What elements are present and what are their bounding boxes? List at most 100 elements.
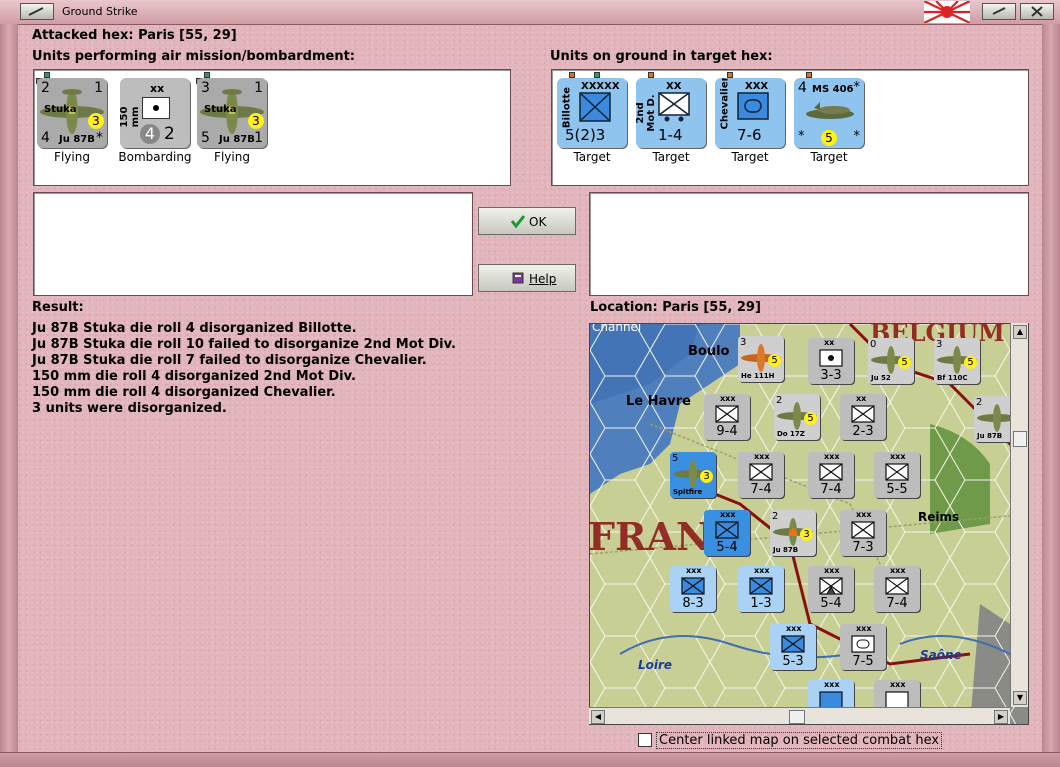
unit-symbol-icon — [819, 463, 843, 481]
counter-range-badge: 5 — [768, 354, 781, 367]
counter-bottom-label: Ju 87B — [977, 432, 1003, 440]
counter-range-badge: 3 — [800, 528, 813, 541]
counter-bottom-label: Bf 110C — [937, 374, 968, 382]
counter-top-label: xx — [856, 394, 867, 403]
map-unit-counter[interactable]: 3 Bf 110C 5 — [934, 338, 980, 384]
checkmark-icon — [511, 215, 525, 228]
counter-top-label: xxx — [824, 566, 840, 575]
counter-top-label: 2 — [976, 397, 983, 408]
counter-range-badge: 5 — [964, 356, 977, 369]
stuka-counter: 3 1 Stuka 3 5 Ju 87B 1 — [197, 78, 267, 148]
ok-button[interactable]: OK — [478, 207, 576, 235]
ground-unit-2nd-mot[interactable]: XX 2nd Mot D. 1-4 Target — [633, 72, 709, 164]
counter-top-label: xx — [824, 338, 835, 347]
map-unit-counter[interactable]: xx 3-3 — [808, 338, 854, 384]
unit-symbol-icon — [681, 577, 705, 595]
scroll-up-arrow-icon[interactable]: ▲ — [1013, 325, 1027, 339]
resize-button[interactable] — [982, 3, 1016, 20]
map-unit-counter[interactable]: xxx 5-4 — [808, 566, 854, 612]
counter-bottom-label: Spitfire — [673, 488, 703, 496]
scroll-left-arrow-icon[interactable]: ◀ — [591, 710, 605, 724]
map-unit-counter[interactable]: 0 Ju 52 5 — [868, 338, 914, 384]
counter-bottom-label: Ju 52 — [871, 374, 891, 382]
range-badge: 3 — [88, 113, 104, 129]
map-unit-counter[interactable]: xxx 7-3 — [840, 510, 886, 556]
fighter-counter: 4 MS 406 * 5 * * — [794, 78, 864, 148]
ground-strike-window: Ground Strike Attacked hex: Paris [55, 2… — [0, 0, 1060, 767]
help-button[interactable]: Help — [478, 264, 576, 292]
counter-top-label: 0 — [870, 339, 877, 350]
air-unit-stuka-1[interactable]: 2 1 Stuka 3 4 Ju 87B * Flying — [34, 72, 110, 164]
counter-bottom-label: 5-3 — [782, 654, 804, 669]
counter-bottom-label: 7-3 — [852, 540, 874, 555]
unit-status: Flying — [54, 150, 90, 164]
ground-units-label: Units on ground in target hex: — [550, 49, 773, 64]
unit-symbol-icon — [715, 405, 739, 423]
center-map-checkbox-label[interactable]: Center linked map on selected combat hex — [656, 732, 943, 749]
air-unit-150mm[interactable]: xx 150 mm 4 2 Bombarding — [117, 78, 193, 164]
counter-top-label: xxx — [686, 566, 702, 575]
unit-symbol-icon — [819, 349, 843, 367]
air-unit-stuka-2[interactable]: 3 1 Stuka 3 5 Ju 87B 1 Flying — [194, 72, 270, 164]
scroll-thumb[interactable] — [1013, 431, 1027, 447]
range-badge: 3 — [248, 113, 264, 129]
counter-top-label: 2 — [776, 395, 783, 406]
window-title: Ground Strike — [62, 5, 138, 18]
map-vertical-scrollbar[interactable]: ▲ ▼ — [1010, 323, 1028, 707]
scroll-thumb[interactable] — [789, 710, 805, 724]
ground-unit-billotte[interactable]: XXXXX Billotte 5(2)3 Target — [554, 72, 630, 164]
map-unit-counter[interactable]: 2 Ju 87B 3 — [770, 510, 816, 556]
map-unit-counter[interactable]: xxx 5-4 — [704, 510, 750, 556]
location-label: Location: Paris [55, 29] — [590, 300, 761, 315]
map-unit-counter[interactable]: 2 Do 17Z 5 — [774, 394, 820, 440]
armor-symbol-icon — [737, 92, 769, 120]
result-line: 150 mm die roll 4 disorganized 2nd Mot D… — [32, 369, 356, 384]
defender-info-panel — [589, 192, 1029, 296]
division-counter: XX 2nd Mot D. 1-4 — [636, 78, 706, 148]
counter-range-badge: 5 — [898, 356, 911, 369]
map-unit-counter[interactable]: 5 Spitfire 3 — [670, 452, 716, 498]
title-bar: Ground Strike — [0, 0, 1060, 25]
map-unit-counter[interactable]: 3 He 111H 5 — [738, 336, 784, 382]
ground-unit-ms406[interactable]: 4 MS 406 * 5 * * Target — [791, 72, 867, 164]
map-unit-counter[interactable]: xxx 1-3 — [738, 566, 784, 612]
map-unit-counter[interactable]: xxx 5-5 — [874, 452, 920, 498]
help-book-icon — [512, 272, 524, 284]
map-unit-counter[interactable]: xxx 7-4 — [738, 452, 784, 498]
artillery-counter: xx 150 mm 4 2 — [120, 78, 190, 148]
map-unit-counter[interactable]: xxx 7-5 — [840, 624, 886, 670]
scroll-right-arrow-icon[interactable]: ▶ — [994, 710, 1008, 724]
air-units-label: Units performing air mission/bombardment… — [32, 49, 356, 64]
map-horizontal-scrollbar[interactable]: ◀ ▶ — [589, 707, 1010, 724]
counter-bottom-label: 7-5 — [852, 654, 874, 669]
map-unit-counter[interactable]: xxx 7-4 — [808, 452, 854, 498]
map-unit-counter[interactable]: xxx 9-4 — [704, 394, 750, 440]
unit-symbol-icon — [885, 463, 909, 481]
result-line: Ju 87B Stuka die roll 10 failed to disor… — [32, 337, 456, 352]
rising-sun-flag-icon — [924, 1, 970, 23]
counter-top-label: xxx — [786, 624, 802, 633]
center-map-checkbox[interactable] — [638, 733, 652, 747]
counter-top-label: xxx — [754, 566, 770, 575]
unit-status: Target — [810, 150, 848, 164]
air-units-panel: 2 1 Stuka 3 4 Ju 87B * Flying xx 150 mm … — [33, 69, 511, 186]
map-unit-counter[interactable]: xxx 5-3 — [770, 624, 816, 670]
minimize-button[interactable] — [20, 3, 54, 20]
close-button[interactable] — [1020, 3, 1054, 20]
ground-unit-chevalier[interactable]: XXX Chevalier 7-6 Target — [712, 72, 788, 164]
counter-bottom-label: 7-4 — [820, 482, 842, 497]
location-map[interactable]: Channel Boulo Le Havre Reims Loire Saône… — [589, 323, 1029, 725]
result-label: Result: — [32, 300, 84, 315]
counter-bottom-label: 2-3 — [852, 424, 874, 439]
result-line: 3 units were disorganized. — [32, 401, 227, 416]
map-unit-counter[interactable]: xx 2-3 — [840, 394, 886, 440]
attacked-hex-label: Attacked hex: Paris [55, 29] — [32, 28, 237, 43]
counter-top-label: xxx — [824, 680, 840, 689]
counter-top-label: xxx — [754, 452, 770, 461]
counter-bottom-label: 7-4 — [886, 596, 908, 611]
map-unit-counter[interactable]: xxx 7-4 — [874, 566, 920, 612]
motorized-infantry-icon — [658, 92, 690, 122]
unit-symbol-icon — [749, 577, 773, 595]
scroll-down-arrow-icon[interactable]: ▼ — [1013, 691, 1027, 705]
map-unit-counter[interactable]: xxx 8-3 — [670, 566, 716, 612]
